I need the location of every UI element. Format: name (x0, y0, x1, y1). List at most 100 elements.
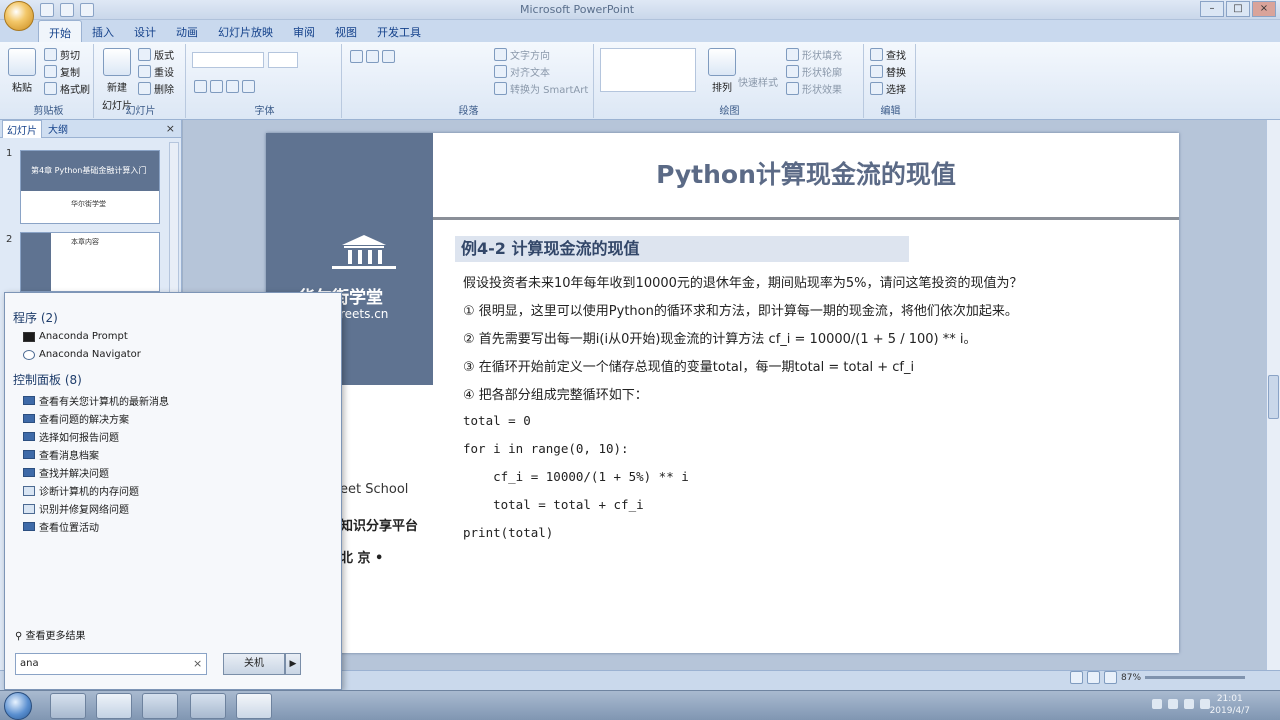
tab-slides[interactable]: 幻灯片 (2, 119, 42, 138)
sorter-view-icon[interactable] (1087, 671, 1100, 684)
control-item[interactable]: 查看有关您计算机的最新消息 (23, 393, 169, 408)
align-text-button[interactable]: 对齐文本 (494, 64, 550, 79)
shape-fill-button[interactable]: 形状填充 (786, 47, 842, 62)
tab-view[interactable]: 视图 (325, 20, 367, 42)
cut-button[interactable]: 剪切 (44, 47, 80, 62)
smartart-button[interactable]: 转换为 SmartArt (494, 81, 588, 96)
taskbar-explorer-icon[interactable] (50, 693, 86, 719)
control-item[interactable]: 诊断计算机的内存问题 (23, 483, 139, 498)
shutdown-options-button[interactable]: ▶ (285, 653, 301, 675)
normal-view-icon[interactable] (1070, 671, 1083, 684)
ribbon-tabs: 开始 插入 设计 动画 幻灯片放映 审阅 视图 开发工具 (0, 20, 1280, 42)
zoom-slider[interactable] (1145, 676, 1246, 679)
slides-group: 新建 幻灯片 版式 重设 删除 幻灯片 (96, 44, 186, 118)
fill-icon (786, 48, 799, 61)
slide-thumbnail-1[interactable]: 第4章 Python基础金融计算入门 华尔街学堂 (20, 150, 160, 224)
bold-button[interactable] (194, 80, 255, 93)
copy-icon (44, 65, 57, 78)
bullets-button[interactable] (350, 50, 395, 63)
shape-effects-button[interactable]: 形状效果 (786, 81, 842, 96)
select-button[interactable]: 选择 (870, 81, 906, 96)
tab-developer[interactable]: 开发工具 (367, 20, 431, 42)
taskbar-media-icon[interactable] (142, 693, 178, 719)
maximize-button[interactable]: □ (1226, 1, 1250, 17)
panel-scrollbar[interactable] (169, 142, 179, 312)
logo-url: reets.cn (340, 307, 389, 321)
delete-slide-button[interactable]: 删除 (138, 81, 174, 96)
copy-button[interactable]: 复制 (44, 64, 80, 79)
control-item[interactable]: 识别并修复网络问题 (23, 501, 129, 516)
clock-date: 2019/4/7 (1209, 706, 1250, 716)
italic-icon (210, 80, 223, 93)
tab-home[interactable]: 开始 (38, 20, 82, 42)
taskbar-powerpoint-icon[interactable] (236, 693, 272, 719)
navigator-icon (23, 349, 35, 360)
tab-animation[interactable]: 动画 (166, 20, 208, 42)
taskbar-browser-icon[interactable] (190, 693, 226, 719)
font-color-icon (242, 80, 255, 93)
control-item[interactable]: 查找并解决问题 (23, 465, 109, 480)
code-line: total = 0 (463, 413, 531, 428)
flag-icon (23, 522, 35, 531)
see-more-results-link[interactable]: ⚲ 查看更多结果 (15, 627, 86, 642)
font-family-select[interactable] (192, 52, 264, 68)
flag-icon[interactable] (1152, 699, 1162, 709)
anaconda-navigator-item[interactable]: Anaconda Navigator (23, 349, 141, 360)
bold-icon (194, 80, 207, 93)
flag-icon (23, 396, 35, 405)
reset-button[interactable]: 重设 (138, 64, 174, 79)
shapes-gallery[interactable] (600, 48, 696, 92)
save-icon[interactable] (40, 3, 54, 17)
tab-design[interactable]: 设计 (124, 20, 166, 42)
zoom-level[interactable]: 87% (1121, 673, 1141, 683)
control-item[interactable]: 查看消息档案 (23, 447, 99, 462)
font-size-select[interactable] (268, 52, 298, 68)
drawing-group-label: 绘图 (719, 106, 740, 117)
office-button[interactable] (4, 1, 34, 31)
control-item[interactable]: 查看位置活动 (23, 519, 99, 534)
effects-icon (786, 82, 799, 95)
close-icon[interactable]: × (166, 122, 175, 135)
vertical-scrollbar[interactable] (1266, 120, 1280, 690)
paragraph-group-label: 段落 (458, 106, 479, 117)
control-item[interactable]: 选择如何报告问题 (23, 429, 119, 444)
shape-outline-button[interactable]: 形状轮廓 (786, 64, 842, 79)
slide-canvas[interactable]: 华尔街学堂 reets.cn eet School 知识分享平台 北 京 • P… (266, 133, 1179, 653)
redo-icon[interactable] (80, 3, 94, 17)
find-button[interactable]: 查找 (870, 47, 906, 62)
control-item[interactable]: 查看问题的解决方案 (23, 411, 129, 426)
arrange-button[interactable]: 排列 (708, 48, 736, 94)
minimize-button[interactable]: – (1200, 1, 1224, 17)
bluetooth-icon[interactable] (1168, 699, 1178, 709)
network-icon[interactable] (1184, 699, 1194, 709)
body-line: ① 很明显，这里可以使用Python的循环求和方法，即计算每一期的现金流，将他们… (463, 304, 1018, 319)
slides-group-label: 幻灯片 (125, 106, 156, 117)
shutdown-button[interactable]: 关机 (223, 653, 285, 675)
clear-icon[interactable]: × (193, 657, 202, 670)
tray-clock[interactable]: 21:01 2019/4/7 (1210, 693, 1250, 717)
paste-button[interactable]: 粘贴 (8, 48, 36, 94)
start-button[interactable] (4, 692, 32, 720)
undo-icon[interactable] (60, 3, 74, 17)
scrollbar-thumb[interactable] (1268, 375, 1279, 419)
slideshow-view-icon[interactable] (1104, 671, 1117, 684)
tab-insert[interactable]: 插入 (82, 20, 124, 42)
quick-styles-button[interactable]: 快速样式 (738, 74, 778, 89)
slide-title: Python计算现金流的现值 (656, 160, 956, 189)
start-search-input[interactable]: ana (15, 653, 207, 675)
layout-button[interactable]: 版式 (138, 47, 174, 62)
tab-review[interactable]: 审阅 (283, 20, 325, 42)
text-direction-button[interactable]: 文字方向 (494, 47, 550, 62)
close-button[interactable]: × (1252, 1, 1276, 17)
editing-group-label: 编辑 (880, 106, 901, 117)
tab-slideshow[interactable]: 幻灯片放映 (208, 20, 283, 42)
slide-thumbnail-2[interactable]: 本章内容 (20, 232, 160, 292)
replace-button[interactable]: 替换 (870, 64, 906, 79)
anaconda-prompt-item[interactable]: Anaconda Prompt (23, 331, 128, 342)
font-group: 字体 (188, 44, 342, 118)
format-painter-button[interactable]: 格式刷 (44, 81, 90, 96)
volume-icon[interactable] (1200, 699, 1210, 709)
taskbar-folder-icon[interactable] (96, 693, 132, 719)
tab-outline[interactable]: 大纲 (44, 120, 72, 137)
network-icon (23, 503, 35, 514)
